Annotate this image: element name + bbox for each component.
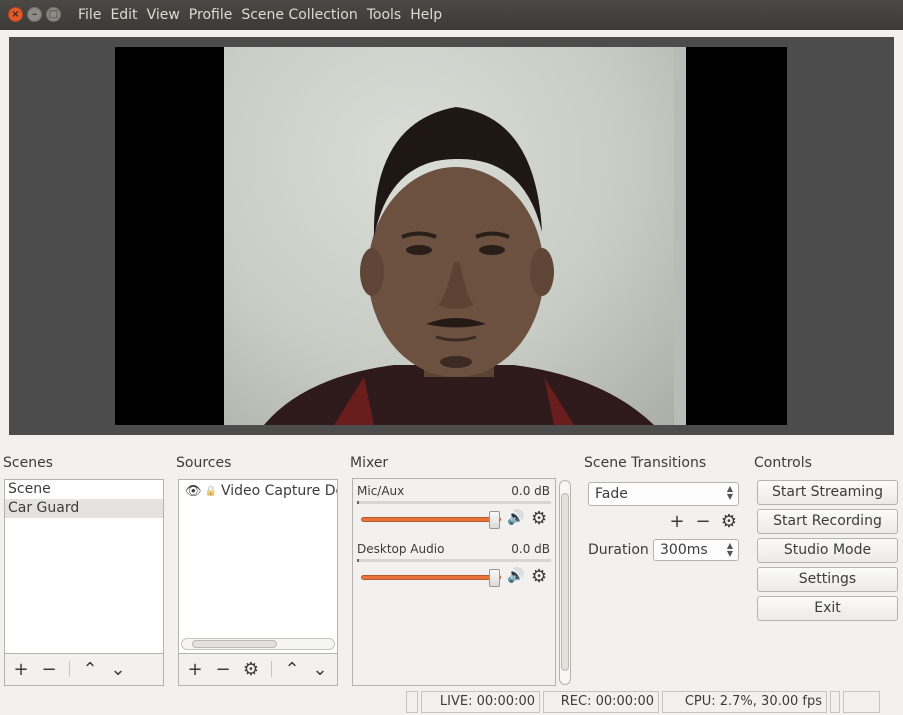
move-source-up-button[interactable]: ⌃ <box>278 657 306 681</box>
scrollbar-thumb[interactable] <box>561 493 569 671</box>
menu-help[interactable]: Help <box>410 0 442 30</box>
source-item[interactable]: 👁 🔒 Video Capture De <box>179 480 337 502</box>
scrollbar-thumb[interactable] <box>192 640 277 648</box>
move-scene-down-button[interactable]: ⌄ <box>104 657 132 681</box>
plus-icon: + <box>13 658 29 680</box>
volume-slider-handle[interactable] <box>489 511 500 529</box>
close-window-button[interactable]: × <box>8 7 23 22</box>
toolbar-separator <box>69 661 70 677</box>
gear-icon: ⚙ <box>720 510 738 532</box>
mixer-channel-db: 0.0 dB <box>511 484 550 498</box>
chevron-up-icon: ⌃ <box>82 658 98 680</box>
add-transition-button[interactable]: + <box>664 509 690 533</box>
remove-source-button[interactable]: − <box>209 657 237 681</box>
status-segment-empty <box>843 691 880 713</box>
duration-label: Duration <box>588 542 649 558</box>
transitions-toolbar: + − ⚙ <box>664 509 742 533</box>
plus-icon: + <box>187 658 203 680</box>
move-source-down-button[interactable]: ⌄ <box>306 657 334 681</box>
webcam-feed <box>224 47 686 425</box>
controls-label: Controls <box>754 455 812 471</box>
volume-slider[interactable] <box>361 517 501 522</box>
mixer-vertical-scrollbar[interactable] <box>559 480 571 685</box>
studio-mode-button[interactable]: Studio Mode <box>757 538 898 563</box>
maximize-window-button[interactable]: □ <box>46 7 61 22</box>
spin-arrows-icon[interactable]: ▲ ▼ <box>727 542 733 558</box>
chevron-down-icon: ⌄ <box>110 658 126 680</box>
speaker-icon[interactable]: 🔊 <box>507 510 524 526</box>
scenes-list[interactable]: Scene Car Guard <box>4 479 164 654</box>
plus-icon: + <box>669 510 685 532</box>
menu-profile[interactable]: Profile <box>189 0 233 30</box>
preview-canvas[interactable] <box>115 47 787 425</box>
menu-bar: File Edit View Profile Scene Collection … <box>78 0 451 30</box>
chevron-down-icon: ⌄ <box>312 658 328 680</box>
volume-meter <box>357 559 551 562</box>
mixer-channel-name: Desktop Audio <box>357 542 445 556</box>
sources-label: Sources <box>176 455 232 471</box>
scene-item-car-guard[interactable]: Car Guard <box>5 499 163 518</box>
minus-icon: − <box>41 658 57 680</box>
volume-slider[interactable] <box>361 575 501 580</box>
status-segment-empty <box>830 691 840 713</box>
webcam-person-image <box>264 47 686 425</box>
rec-status: REC: 00:00:00 <box>543 691 659 713</box>
gear-icon[interactable]: ⚙ <box>531 566 547 587</box>
scenes-label: Scenes <box>3 455 53 471</box>
lock-icon[interactable]: 🔒 <box>205 482 217 501</box>
menu-tools[interactable]: Tools <box>367 0 402 30</box>
source-item-label: Video Capture De <box>220 482 338 499</box>
minus-icon: − <box>215 658 231 680</box>
menu-edit[interactable]: Edit <box>110 0 137 30</box>
title-bar: × – □ File Edit View Profile Scene Colle… <box>0 0 903 30</box>
sources-list[interactable]: 👁 🔒 Video Capture De <box>178 479 338 654</box>
mixer-channel-name: Mic/Aux <box>357 484 405 498</box>
remove-transition-button[interactable]: − <box>690 509 716 533</box>
preview-area[interactable] <box>9 37 894 435</box>
speaker-icon[interactable]: 🔊 <box>507 568 524 584</box>
eye-icon[interactable]: 👁 <box>185 482 202 501</box>
transition-select-value: Fade <box>595 486 628 502</box>
remove-scene-button[interactable]: − <box>35 657 63 681</box>
minimize-window-button[interactable]: – <box>27 7 42 22</box>
duration-spinbox[interactable]: 300ms ▲ ▼ <box>653 539 739 561</box>
transition-select[interactable]: Fade ▲ ▼ <box>588 482 739 506</box>
scene-item-scene[interactable]: Scene <box>5 480 163 499</box>
start-streaming-button[interactable]: Start Streaming <box>757 480 898 505</box>
add-source-button[interactable]: + <box>181 657 209 681</box>
cpu-status: CPU: 2.7%, 30.00 fps <box>662 691 827 713</box>
toolbar-separator <box>271 661 272 677</box>
menu-file[interactable]: File <box>78 0 101 30</box>
status-segment-empty <box>406 691 418 713</box>
move-scene-up-button[interactable]: ⌃ <box>76 657 104 681</box>
sources-horizontal-scrollbar[interactable] <box>181 638 335 650</box>
audio-mixer: Mic/Aux 0.0 dB 🔊 ⚙ Desktop Audio 0.0 dB … <box>352 478 556 686</box>
menu-view[interactable]: View <box>147 0 180 30</box>
chevron-updown-icon: ▲ ▼ <box>726 484 733 501</box>
start-recording-button[interactable]: Start Recording <box>757 509 898 534</box>
chevron-up-icon: ⌃ <box>284 658 300 680</box>
settings-button[interactable]: Settings <box>757 567 898 592</box>
gear-icon[interactable]: ⚙ <box>531 508 547 529</box>
menu-scene-collection[interactable]: Scene Collection <box>241 0 357 30</box>
scenes-toolbar: + − ⌃ ⌄ <box>7 657 132 681</box>
transition-properties-button[interactable]: ⚙ <box>716 509 742 533</box>
volume-meter <box>357 501 551 504</box>
mixer-channel-db: 0.0 dB <box>511 542 550 556</box>
scene-transitions-label: Scene Transitions <box>584 455 707 471</box>
gear-icon: ⚙ <box>242 658 260 680</box>
add-scene-button[interactable]: + <box>7 657 35 681</box>
live-status: LIVE: 00:00:00 <box>421 691 540 713</box>
volume-slider-handle[interactable] <box>489 569 500 587</box>
sources-toolbar: + − ⚙ ⌃ ⌄ <box>181 657 334 681</box>
exit-button[interactable]: Exit <box>757 596 898 621</box>
source-properties-button[interactable]: ⚙ <box>237 657 265 681</box>
mixer-label: Mixer <box>350 455 389 471</box>
duration-value: 300ms <box>660 542 708 558</box>
minus-icon: − <box>695 510 711 532</box>
